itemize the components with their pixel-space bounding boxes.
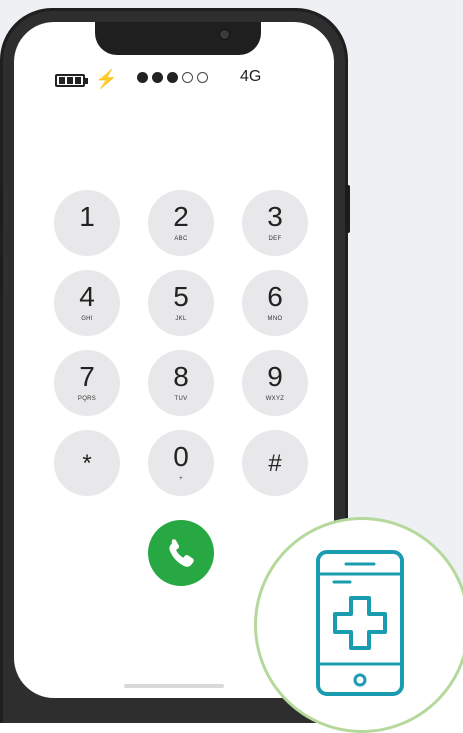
key-digit: 3 [267,201,283,232]
key-9-button[interactable]: 9 WXYZ [242,350,308,416]
signal-dot [167,72,178,83]
phone-handset-icon [169,539,194,567]
key-letters: PQRS [77,396,97,402]
key-letters: TUV [174,396,188,402]
key-letters: JKL [175,316,187,322]
key-letters: + [179,476,183,482]
network-type: 4G [240,68,262,85]
key-digit: # [268,450,282,477]
home-indicator [124,684,224,688]
signal-dot [197,72,208,83]
key-letters: GHI [81,316,93,322]
key-7-button[interactable]: 7 PQRS [54,350,120,416]
key-1-button[interactable]: 1 [54,190,120,256]
key-letters: WXYZ [265,396,285,402]
lightning-bolt-icon: ⚡ [95,69,118,89]
key-digit: 4 [79,281,95,312]
key-8-button[interactable]: 8 TUV [148,350,214,416]
volume-down-button [0,255,3,295]
key-5-button[interactable]: 5 JKL [148,270,214,336]
key-3-button[interactable]: 3 DEF [242,190,308,256]
battery-tip [85,78,88,84]
key-0-button[interactable]: 0 + [148,430,214,496]
signal-strength-indicator [137,72,208,83]
mobile-health-cross-icon [316,550,404,696]
key-letters: DEF [268,236,282,242]
front-camera-icon [219,29,230,40]
key-digit: 0 [173,441,189,472]
volume-up-button [0,190,3,230]
key-digit: 2 [173,201,189,232]
key-letters: ABC [174,236,188,242]
key-6-button[interactable]: 6 MNO [242,270,308,336]
key-digit: 7 [79,361,95,392]
key-star-button[interactable]: * [54,430,120,496]
notch [95,22,261,55]
signal-dot [152,72,163,83]
key-digit: 1 [79,201,95,232]
power-button [345,185,350,233]
signal-dot [182,72,193,83]
battery-full-icon [55,74,85,87]
key-digit: 6 [267,281,283,312]
call-button[interactable] [148,520,214,586]
key-letters: MNO [267,316,283,322]
key-2-button[interactable]: 2 ABC [148,190,214,256]
key-digit: * [82,450,92,477]
key-digit: 5 [173,281,189,312]
signal-dot [137,72,148,83]
key-digit: 9 [267,361,283,392]
key-digit: 8 [173,361,189,392]
key-pound-button[interactable]: # [242,430,308,496]
key-4-button[interactable]: 4 GHI [54,270,120,336]
